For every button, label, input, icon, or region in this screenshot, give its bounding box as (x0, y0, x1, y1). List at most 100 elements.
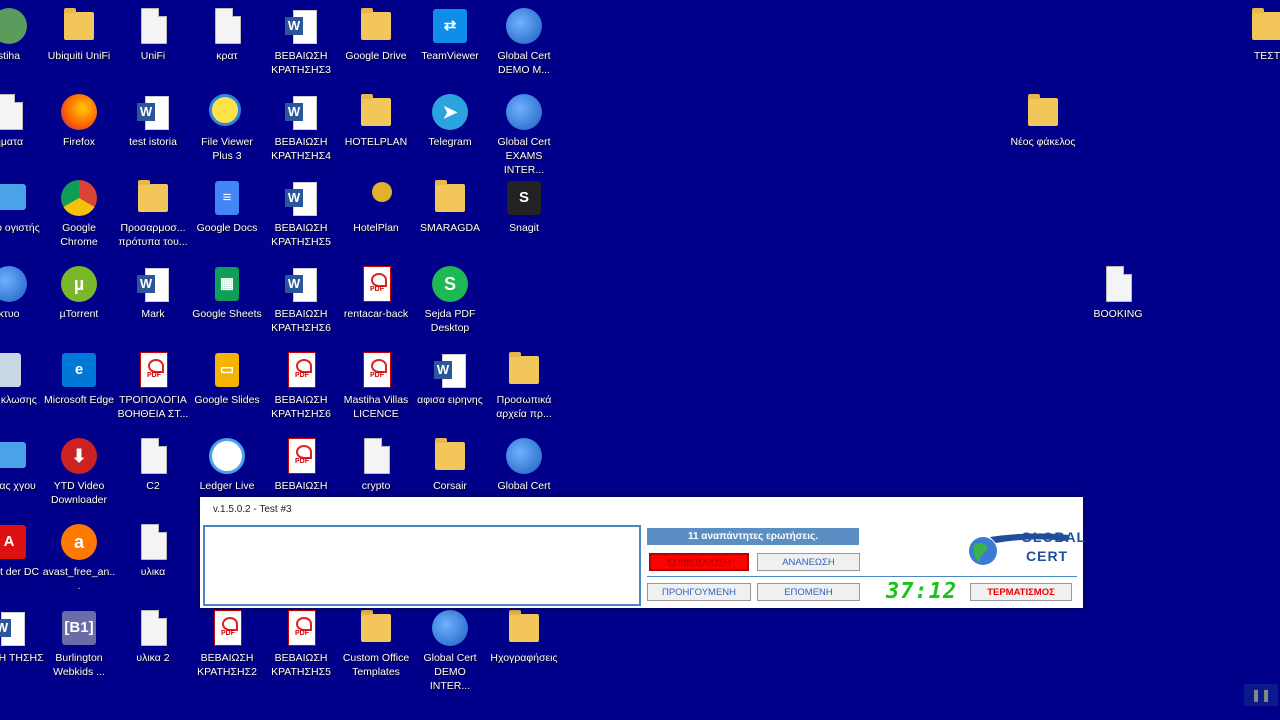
folder-icon (430, 178, 470, 218)
desktop-icon[interactable]: e Microsoft Edge (42, 350, 116, 407)
desktop-icon-label: YTD Video Downloader (50, 480, 108, 506)
desktop-icon[interactable]: HotelPlan (339, 178, 413, 235)
desktop-icon-label: κρατ (216, 50, 238, 62)
desktop-icon[interactable]: δος κλωσης (0, 350, 46, 407)
desktop-icon[interactable]: S Snagit (487, 178, 561, 235)
desktop-icon[interactable]: PDF ΤΡΟΠΟΛΟΓΙΑ ΒΟΗΘΕΙΑ ΣΤ... (116, 350, 190, 421)
desktop-icon-label: Google Slides (194, 394, 260, 406)
firefox-icon (59, 92, 99, 132)
desktop-icon[interactable]: [B1] Burlington Webkids ... (42, 608, 116, 679)
desktop-icon[interactable]: HOTELPLAN (339, 92, 413, 149)
desktop-icon[interactable]: κρατ (190, 6, 264, 63)
monitor-icon (0, 436, 29, 476)
desktop-icon[interactable]: W ΑΙΩΣΗ ΤΗΣΗΣ (0, 608, 46, 665)
desktop-icon[interactable]: SMARAGDA (413, 178, 487, 235)
desktop-icon[interactable]: ≡ Google Docs (190, 178, 264, 235)
desktop-icon-label: Custom Office Templates (342, 652, 410, 678)
desktop-icon[interactable]: ηματα (0, 92, 46, 149)
desktop-icon[interactable]: W ΒΕΒΑΙΩΣΗ ΚΡΑΤΗΣΗΣ3 (264, 6, 338, 77)
desktop-icon[interactable]: crypto (339, 436, 413, 493)
desktop-icon[interactable]: τός ο ογιστής (0, 178, 46, 235)
desktop-icon[interactable]: PDF ΒΕΒΑΙΩΣΗ ΚΡΑΤΗΣΗΣ5 (264, 608, 338, 679)
desktop-icon[interactable]: Custom Office Templates (339, 608, 413, 679)
desktop-icon[interactable]: C2 (116, 436, 190, 493)
divider (647, 576, 1077, 577)
desktop-icon[interactable]: File Viewer Plus 3 (190, 92, 264, 163)
desktop-icon[interactable]: ➤ Telegram (413, 92, 487, 149)
desktop-icon[interactable]: Προσαρμοσ... πρότυπα του... (116, 178, 190, 249)
desktop-icon[interactable]: υλικα (116, 522, 190, 579)
confirm-button[interactable]: ΕΠΙΒΕΒΑΙΩΣΗ (649, 553, 749, 571)
desktop-icon-label: Burlington Webkids ... (53, 652, 105, 678)
desktop-icon[interactable]: Global Cert DEMO M... (487, 6, 561, 77)
answer-area[interactable] (203, 525, 641, 606)
desktop-icon[interactable]: W ΒΕΒΑΙΩΣΗ ΚΡΑΤΗΣΗΣ6 (264, 264, 338, 335)
word-icon: W (281, 6, 321, 46)
desktop-icon[interactable]: Ηχογραφήσεις (487, 608, 561, 665)
desktop-icon-label: HotelPlan (353, 222, 399, 234)
desktop-icon[interactable]: Arobat der DC (0, 522, 46, 579)
desktop-icon[interactable]: ▦ Google Sheets (190, 264, 264, 321)
pause-icon[interactable]: ❚❚ (1244, 684, 1278, 706)
globe-icon (504, 436, 544, 476)
desktop-icon-label: Microsoft Edge (43, 394, 115, 406)
desktop-icon[interactable]: W ΒΕΒΑΙΩΣΗ ΚΡΑΤΗΣΗΣ4 (264, 92, 338, 163)
desktop-icon[interactable]: Προσωπικά αρχεία πρ... (487, 350, 561, 421)
desktop-icon[interactable]: κτυο (0, 264, 46, 321)
desktop-icon-label: C2 (146, 480, 160, 492)
desktop-icon-label: SMARAGDA (419, 222, 481, 234)
refresh-button[interactable]: ΑΝΑΝΕΩΣΗ (757, 553, 860, 571)
desktop-icon-label: test istoria (129, 136, 177, 148)
desktop-icon[interactable]: S Sejda PDF Desktop (413, 264, 487, 335)
desktop-icon[interactable]: BOOKING (1081, 264, 1155, 321)
desktop-icon[interactable]: Corsair (413, 436, 487, 493)
folder-icon (504, 608, 544, 648)
desktop-icon[interactable]: PDF rentacar-back (339, 264, 413, 321)
desktop-icon[interactable]: ρακας χγου (0, 436, 46, 493)
desktop-icon[interactable]: µ µTorrent (42, 264, 116, 321)
desktop-icon[interactable]: W Mark (116, 264, 190, 321)
desktop-icon-label: ΒΕΒΑΙΩΣΗ ΚΡΑΤΗΣΗΣ4 (271, 136, 331, 162)
desktop-icon[interactable]: ⇄ TeamViewer (413, 6, 487, 63)
desktop-icon-label: Ηχογραφήσεις (490, 652, 558, 664)
desktop-icon-label: Global Cert (497, 480, 551, 492)
terminate-button[interactable]: ΤΕΡΜΑΤΙΣΜΟΣ (970, 583, 1072, 601)
desktop-icon[interactable]: Global Cert (487, 436, 561, 493)
avast-icon: a (59, 522, 99, 562)
desktop-icon[interactable]: PDF ΒΕΒΑΙΩΣΗ ΚΡΑΤΗΣΗΣ2 (190, 608, 264, 679)
desktop-icon[interactable]: Ubiquiti UniFi (42, 6, 116, 63)
desktop-icon-label: ΒΕΒΑΙΩΣΗ ΚΡΑΤΗΣΗΣ6 (271, 394, 331, 420)
desktop-icon[interactable]: Νέος φάκελος (1006, 92, 1080, 149)
desktop-icon-label: Firefox (62, 136, 96, 148)
desktop-icon[interactable]: Ledger Live (190, 436, 264, 493)
next-button[interactable]: ΕΠΟΜΕΝΗ (757, 583, 860, 601)
desktop-icon[interactable]: stiha (0, 6, 46, 63)
desktop-icon[interactable]: Wtest istoria (116, 92, 190, 149)
desktop-icon[interactable]: Global Cert EXAMS INTER... (487, 92, 561, 177)
previous-button[interactable]: ΠΡΟΗΓΟΥΜΕΝΗ (647, 583, 751, 601)
desktop-icon[interactable]: PDF ΒΕΒΑΙΩΣΗ ΚΡΑΤΗΣΗΣ6 (264, 350, 338, 421)
desktop-icon[interactable]: Global Cert DEMO INTER... (413, 608, 487, 693)
desktop-icon[interactable]: Firefox (42, 92, 116, 149)
desktop-icon[interactable]: Google Drive (339, 6, 413, 63)
edge-icon: e (59, 350, 99, 390)
desktop-icon[interactable]: UniFi (116, 6, 190, 63)
desktop-icon[interactable]: ΤΕΣΤ (1230, 6, 1280, 63)
utorrent-icon: µ (59, 264, 99, 304)
desktop-icon[interactable]: ⬇ YTD Video Downloader (42, 436, 116, 507)
b1-icon: [B1] (59, 608, 99, 648)
desktop-icon[interactable]: υλικα 2 (116, 608, 190, 665)
desktop-icon[interactable]: a avast_free_an... (42, 522, 116, 593)
globe-icon (430, 608, 470, 648)
dialog-title: v.1.5.0.2 - Test #3 (213, 504, 292, 515)
desktop-icon-label: Google Sheets (192, 308, 262, 320)
desktop: stiha Ubiquiti UniFi UniFi κρατ W ΒΕΒΑΙΩΣΗ ΚΡ… (0, 0, 1280, 720)
desktop-icon[interactable]: W ΒΕΒΑΙΩΣΗ ΚΡΑΤΗΣΗΣ5 (264, 178, 338, 249)
desktop-icon[interactable]: Wαφισα ειρηνης (413, 350, 487, 407)
desktop-icon[interactable]: PDF ΒΕΒΑΙΩΣΗ (264, 436, 338, 493)
desktop-icon[interactable]: Google Chrome (42, 178, 116, 249)
desktop-icon[interactable]: ▭ Google Slides (190, 350, 264, 407)
desktop-icon[interactable]: PDF Mastiha Villas LICENCE (339, 350, 413, 421)
pdf-icon: PDF (356, 350, 396, 390)
desktop-icon-label: Mastiha Villas LICENCE (343, 394, 409, 420)
